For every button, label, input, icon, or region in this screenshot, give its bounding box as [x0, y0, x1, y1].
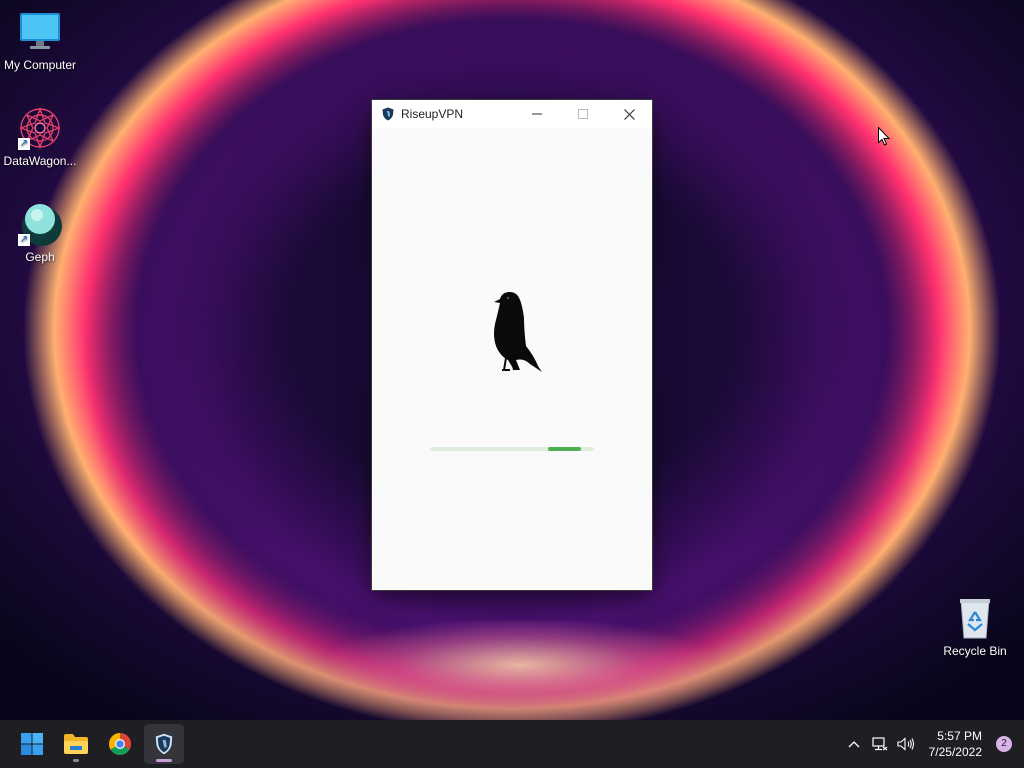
shortcut-arrow-icon: ↗	[18, 234, 30, 246]
crow-icon	[484, 290, 544, 372]
window-title: RiseupVPN	[401, 107, 464, 121]
start-button[interactable]	[12, 724, 52, 764]
minimize-icon	[532, 113, 542, 115]
desktop-icon-geph[interactable]: ↗ Geph	[0, 202, 80, 264]
notification-badge[interactable]: 2	[996, 736, 1012, 752]
recycle-bin-icon	[953, 596, 997, 640]
desktop-icon-label: Geph	[25, 250, 55, 264]
clock-time: 5:57 PM	[937, 729, 982, 743]
system-tray: 5:57 PM 7/25/2022 2	[841, 720, 1024, 768]
close-button[interactable]	[606, 100, 652, 128]
taskbar-app-riseupvpn[interactable]	[144, 724, 184, 764]
wallpaper-glow	[330, 620, 710, 710]
taskbar-app-chrome[interactable]	[100, 724, 140, 764]
show-hidden-icons-button[interactable]	[841, 720, 867, 768]
volume-icon	[897, 737, 914, 751]
maximize-icon	[578, 109, 588, 119]
riseupvpn-window: RiseupVPN	[372, 100, 652, 590]
close-icon	[623, 108, 635, 120]
mouse-cursor-icon	[878, 126, 891, 151]
loading-progress-bar	[430, 447, 594, 451]
geph-icon: ↗	[18, 202, 62, 246]
monitor-icon	[18, 10, 62, 54]
desktop-icon-label: Recycle Bin	[943, 644, 1007, 658]
windows-start-icon	[21, 733, 43, 755]
taskbar: 5:57 PM 7/25/2022 2	[0, 720, 1024, 768]
desktop-icon-label: DataWagon...	[3, 154, 77, 168]
riseup-shield-icon	[381, 107, 395, 121]
datawagon-icon: ↗	[18, 106, 62, 150]
desktop-icon-recycle-bin[interactable]: Recycle Bin	[935, 596, 1015, 658]
folder-icon	[64, 734, 88, 754]
clock[interactable]: 5:57 PM 7/25/2022	[929, 728, 982, 760]
volume-button[interactable]	[893, 720, 919, 768]
clock-date: 7/25/2022	[928, 745, 982, 759]
desktop-icon-datawagon[interactable]: ↗ DataWagon...	[0, 106, 80, 168]
loading-progress-fill	[548, 447, 581, 451]
riseup-shield-icon	[155, 733, 173, 755]
chevron-up-icon	[848, 741, 860, 748]
running-indicator	[73, 759, 79, 762]
network-button[interactable]	[867, 720, 893, 768]
window-titlebar[interactable]: RiseupVPN	[372, 100, 652, 128]
maximize-button[interactable]	[560, 100, 606, 128]
shortcut-arrow-icon: ↗	[18, 138, 30, 150]
taskbar-app-file-explorer[interactable]	[56, 724, 96, 764]
minimize-button[interactable]	[514, 100, 560, 128]
active-indicator	[156, 759, 172, 762]
desktop-icon-my-computer[interactable]: My Computer	[0, 10, 80, 72]
desktop-icon-label: My Computer	[3, 58, 77, 72]
chrome-icon	[109, 733, 131, 755]
network-icon	[872, 737, 887, 751]
